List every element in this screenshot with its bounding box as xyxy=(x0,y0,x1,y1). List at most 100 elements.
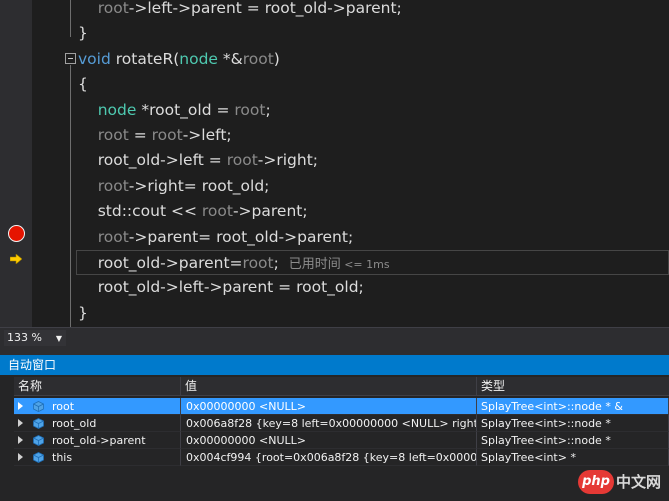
column-header-value[interactable]: 值 xyxy=(181,377,477,396)
autos-cell-type[interactable]: SplayTree<int> * xyxy=(477,449,669,466)
watermark-text: 中文网 xyxy=(616,473,662,491)
code-token: ->right= root_old; xyxy=(128,176,270,195)
code-line[interactable]: std::cout << root->parent; xyxy=(78,199,308,224)
code-editor[interactable]: root->left->parent = root_old->parent;} v… xyxy=(0,0,669,327)
code-token: root xyxy=(97,176,129,195)
code-token: root xyxy=(226,151,258,170)
code-line[interactable]: root->parent= root_old->parent; xyxy=(78,225,353,250)
code-token: rotateR( xyxy=(110,49,180,68)
code-token: root xyxy=(97,0,129,17)
code-token: root_old->left->parent = root_old; xyxy=(78,278,364,297)
code-line[interactable]: root = root->left; xyxy=(78,123,232,148)
autos-cell-type[interactable]: SplayTree<int>::node * xyxy=(477,432,669,449)
code-token: 已用时间 xyxy=(288,257,341,272)
variable-name: root_old->parent xyxy=(52,434,146,447)
fold-line xyxy=(70,0,71,37)
code-token: ->parent; xyxy=(232,202,308,221)
panel-splitter[interactable] xyxy=(0,347,669,355)
variable-name: this xyxy=(52,451,73,464)
autos-window: 名称 值 类型 root 0x00000000 <NULL> SplayTree<i… xyxy=(0,375,669,501)
code-token: ; xyxy=(265,100,271,119)
autos-cell-type[interactable]: SplayTree<int>::node * xyxy=(477,415,669,432)
code-token: *& xyxy=(217,49,243,68)
code-token: root xyxy=(97,227,129,246)
autos-row[interactable]: this 0x004cf994 {root=0x006a8f28 {key=8 l… xyxy=(14,449,669,466)
code-line[interactable]: node *root_old = root; xyxy=(78,98,271,123)
watermark-logo: php xyxy=(578,470,614,494)
autos-cell-type[interactable]: SplayTree<int>::node * & xyxy=(477,398,669,415)
editor-status-bar: 133 % ▼ xyxy=(0,327,669,347)
code-token: node xyxy=(97,100,137,119)
code-token: node xyxy=(179,49,218,68)
code-line[interactable]: } xyxy=(78,21,88,46)
variable-name: root_old xyxy=(52,417,97,430)
variable-icon xyxy=(33,418,44,429)
code-token: root xyxy=(201,202,233,221)
autos-cell-name[interactable]: root_old->parent xyxy=(14,432,181,449)
column-header-name[interactable]: 名称 xyxy=(14,377,181,396)
code-token: { xyxy=(78,75,88,94)
code-line[interactable]: root->left->parent = root_old->parent; xyxy=(78,0,402,21)
code-token: std::cout << xyxy=(78,202,202,221)
zoom-dropdown[interactable]: 133 % ▼ xyxy=(4,330,66,346)
code-token: *root_old = xyxy=(136,100,235,119)
fold-margin xyxy=(60,0,76,327)
autos-header: 名称 值 类型 xyxy=(14,377,669,396)
autos-row[interactable]: root_old->parent 0x00000000 <NULL> SplayTr… xyxy=(14,432,669,449)
collapse-icon[interactable] xyxy=(65,53,76,64)
code-token: } xyxy=(78,24,88,43)
chevron-down-icon: ▼ xyxy=(55,334,62,343)
code-token: root xyxy=(234,100,266,119)
code-token: root xyxy=(242,254,274,272)
code-line[interactable]: root_old->left->parent = root_old; xyxy=(78,275,364,300)
variable-name: root xyxy=(52,400,75,413)
expand-icon[interactable] xyxy=(18,436,23,444)
code-line[interactable]: root_old->left = root->right; xyxy=(78,148,318,173)
autos-window-title[interactable]: 自动窗口 xyxy=(0,355,669,375)
code-line[interactable]: { xyxy=(78,72,88,97)
autos-cell-name[interactable]: root xyxy=(14,398,181,415)
autos-row[interactable]: root 0x00000000 <NULL> SplayTree<int>::nod… xyxy=(14,398,669,415)
column-header-type[interactable]: 类型 xyxy=(477,377,669,396)
autos-cell-name[interactable]: this xyxy=(14,449,181,466)
code-token: ->left; xyxy=(182,126,232,144)
code-token: ; xyxy=(273,254,289,272)
code-token: root xyxy=(242,49,274,68)
code-token: ) xyxy=(273,49,280,68)
fold-line xyxy=(70,65,71,327)
expand-icon[interactable] xyxy=(18,453,23,461)
breakpoint-icon[interactable] xyxy=(8,225,25,242)
code-token: void xyxy=(78,49,111,68)
code-line[interactable]: root->right= root_old; xyxy=(78,174,270,199)
expand-icon[interactable] xyxy=(18,402,23,410)
code-token: root xyxy=(151,126,183,144)
glyph-margin[interactable] xyxy=(0,0,32,327)
zoom-level: 133 % xyxy=(7,331,42,344)
expand-icon[interactable] xyxy=(18,419,23,427)
code-token: root xyxy=(97,126,129,144)
autos-cell-name[interactable]: root_old xyxy=(14,415,181,432)
code-token: ->left->parent = root_old->parent; xyxy=(128,0,402,17)
autos-cell-value[interactable]: 0x00000000 <NULL> xyxy=(181,432,477,449)
variable-icon xyxy=(33,452,44,463)
code-line[interactable]: } xyxy=(78,301,88,326)
variable-icon xyxy=(33,435,44,446)
code-token: root_old->parent= xyxy=(78,254,243,272)
current-code-line[interactable]: root_old->parent=root; 已用时间 <= 1ms xyxy=(76,250,669,275)
code-token: <= 1ms xyxy=(340,258,390,271)
autos-row[interactable]: root_old 0x006a8f28 {key=8 left=0x0000000… xyxy=(14,415,669,432)
code-line[interactable]: void rotateR(node *&root) xyxy=(78,47,280,72)
variable-icon xyxy=(33,401,44,412)
autos-cell-value[interactable]: 0x006a8f28 {key=8 left=0x00000000 <NULL>… xyxy=(181,415,477,432)
autos-cell-value[interactable]: 0x00000000 <NULL> xyxy=(181,398,477,415)
autos-cell-value[interactable]: 0x004cf994 {root=0x006a8f28 {key=8 left=… xyxy=(181,449,477,466)
php-cn-watermark: php 中文网 xyxy=(578,470,666,494)
code-token: = xyxy=(128,126,152,144)
current-statement-arrow-icon xyxy=(10,254,22,264)
code-token: root_old->left = xyxy=(78,151,227,170)
code-token: ->parent= root_old->parent; xyxy=(128,227,354,246)
